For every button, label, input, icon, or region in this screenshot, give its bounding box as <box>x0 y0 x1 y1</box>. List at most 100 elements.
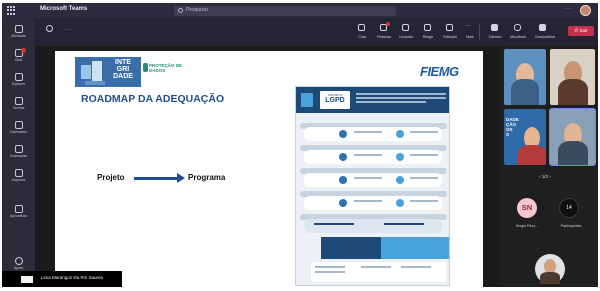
title-bar: Microsoft Teams Pesquisar ··· <box>2 3 598 18</box>
rail-item-tasks[interactable]: Tarefas <box>2 94 35 118</box>
text-line <box>354 131 382 133</box>
rail-label: Chat <box>14 58 23 62</box>
text-line <box>354 200 382 202</box>
protecao-logo-text: PROTEÇÃO DE DADOS <box>149 63 183 73</box>
toolbar-label: Câmera <box>488 35 502 39</box>
logo-graphic-icon <box>81 61 105 85</box>
timeline-row <box>304 150 442 164</box>
people-badge <box>386 22 390 26</box>
video-tile-active[interactable] <box>549 108 596 166</box>
rail-item-teams[interactable]: Equipes <box>2 70 35 94</box>
presenter-bar: Lima Marangon Da Rin Saurea <box>2 271 122 287</box>
text-line <box>354 177 382 179</box>
calendar-icon <box>14 121 23 129</box>
app-name: Microsoft Teams <box>40 6 88 12</box>
meeting-toolbar: ··· Chat Pessoas Levantar Reagir Exibiçã… <box>35 18 598 46</box>
self-view[interactable] <box>535 254 565 284</box>
infographic-title: LGPD <box>325 97 345 104</box>
rail-item-files[interactable]: Arquivos <box>2 166 35 190</box>
avatar[interactable]: SN <box>517 198 537 218</box>
tile-overlay-text: DADE ÇÃO OS S <box>506 117 519 137</box>
more-icon[interactable]: ··· <box>465 23 472 30</box>
timeline-row <box>304 127 442 141</box>
toolbar-label: Levantar <box>399 35 413 39</box>
tasks-icon <box>14 97 23 105</box>
app-launcher-icon[interactable] <box>7 6 16 15</box>
rail-label: Equipes <box>12 82 25 86</box>
leave-label: Sair <box>579 28 588 33</box>
participant-roster: DADE ÇÃO OS S ‹ 1/2 › SN Sergio Rezz... … <box>501 46 598 287</box>
roster-pager[interactable]: ‹ 1/2 › <box>539 174 551 179</box>
user-avatar[interactable] <box>580 5 591 16</box>
share-icon[interactable] <box>539 24 546 31</box>
text-line <box>361 266 391 268</box>
rail-item-calls[interactable]: Chamadas <box>2 142 35 166</box>
rail-label: Ajuda <box>13 266 24 270</box>
step-icon <box>396 153 404 161</box>
step-icon <box>396 176 404 184</box>
teams-window: Microsoft Teams Pesquisar ··· Atividade … <box>2 3 598 287</box>
arrow-head-icon <box>177 173 185 183</box>
search-placeholder: Pesquisar <box>186 7 209 13</box>
files-icon <box>14 169 23 177</box>
toolbar-label: Mais <box>466 35 474 39</box>
slide-title: ROADMAP DA ADEQUAÇÃO <box>81 93 225 105</box>
lgpd-infographic: PROJETO LGPD <box>295 86 450 286</box>
notification-badge <box>21 48 26 53</box>
chat-icon[interactable] <box>358 24 365 31</box>
text-line <box>401 266 431 268</box>
help-icon <box>14 257 23 265</box>
infographic-band-dark <box>321 237 381 259</box>
rail-item-calendar[interactable]: Calendário <box>2 118 35 142</box>
logo-text: INTE GRI DADE <box>113 59 133 80</box>
rail-item-apps[interactable]: Aplicativos <box>2 202 35 226</box>
timeline-row <box>304 173 442 187</box>
participants-count-button[interactable]: 14 <box>559 198 579 218</box>
toolbar-label: Microfone <box>510 35 526 39</box>
text-line <box>410 200 438 202</box>
step-icon <box>339 176 347 184</box>
mic-icon[interactable] <box>514 24 521 31</box>
participant-name: Sergio Rezz... <box>515 224 539 228</box>
apps-icon <box>14 205 23 213</box>
search-input[interactable]: Pesquisar <box>174 6 396 16</box>
meeting-info-icon[interactable] <box>46 25 53 32</box>
lgpd-badge: PROJETO LGPD <box>320 91 350 109</box>
shared-slide: INTE GRI DADE PROTEÇÃO DE DADOS FIEMG RO… <box>55 51 483 287</box>
search-icon <box>178 8 183 13</box>
view-icon[interactable] <box>446 24 453 31</box>
step-icon <box>396 199 404 207</box>
meeting-options-button[interactable]: ··· <box>65 27 74 33</box>
raise-hand-icon[interactable] <box>402 24 409 31</box>
text-line <box>315 271 345 273</box>
step-icon <box>339 130 347 138</box>
text-line <box>356 101 426 103</box>
left-rail: Atividade Chat Equipes Tarefas Calendári… <box>2 18 35 287</box>
leave-button[interactable]: ✆ Sair <box>568 26 594 36</box>
programa-label: Programa <box>188 173 226 182</box>
teams-icon <box>14 73 23 81</box>
react-icon[interactable] <box>424 24 431 31</box>
text-line <box>384 223 424 225</box>
pager-value: 1/2 <box>541 174 549 179</box>
self-body <box>540 272 560 284</box>
presenter-name: Lima Marangon Da Rin Saurea <box>41 275 104 280</box>
camera-icon[interactable] <box>491 24 498 31</box>
video-tile[interactable] <box>550 49 595 105</box>
video-tile[interactable]: DADE ÇÃO OS S <box>504 109 546 165</box>
text-line <box>354 154 382 156</box>
more-options-button[interactable]: ··· <box>564 6 573 12</box>
rail-item-chat[interactable]: Chat <box>2 46 35 70</box>
bell-icon <box>14 25 23 33</box>
document-icon <box>301 93 313 107</box>
participant-body <box>518 145 546 165</box>
step-icon <box>339 199 347 207</box>
participants-label: Participantes <box>560 224 582 228</box>
timeline-row <box>304 219 442 233</box>
rail-item-activity[interactable]: Atividade <box>2 22 35 46</box>
participant-body <box>558 79 588 105</box>
video-tile[interactable] <box>504 49 546 105</box>
rail-label: Chamadas <box>9 154 28 158</box>
screen-share-icon[interactable] <box>21 276 33 283</box>
arrow-icon <box>134 177 179 180</box>
